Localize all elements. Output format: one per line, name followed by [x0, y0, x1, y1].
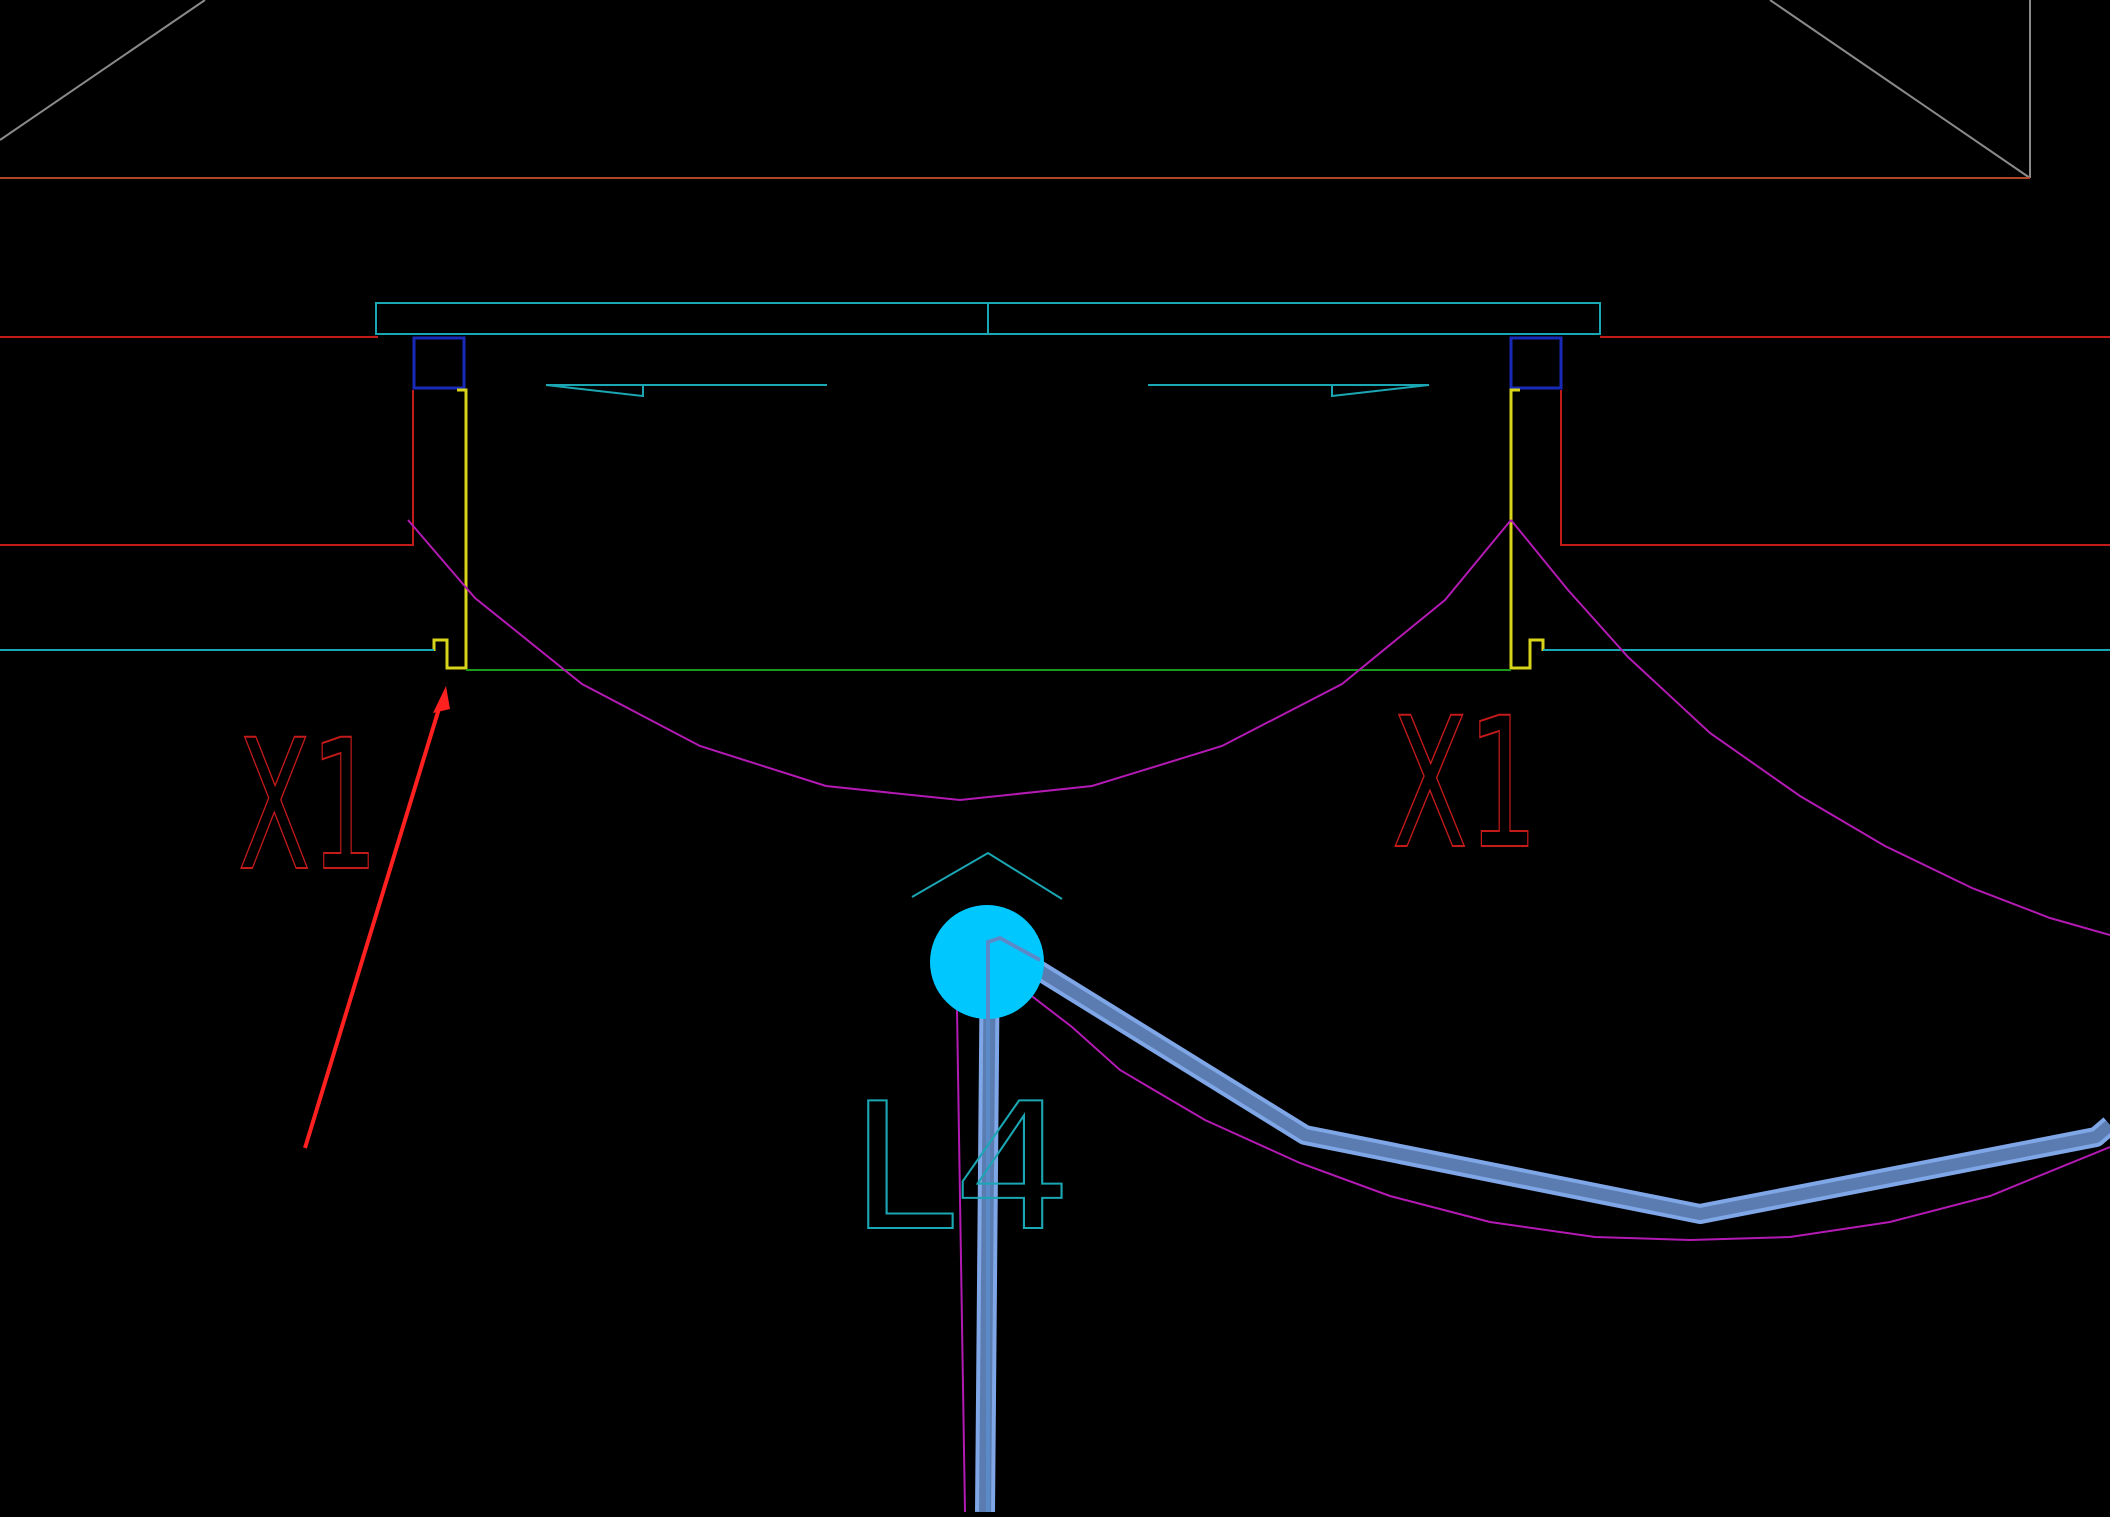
magenta-lower-curve [1019, 986, 2110, 1242]
wall-left-return [0, 390, 414, 546]
wall-right-return [1560, 390, 2110, 546]
jamb-right [1509, 388, 1545, 670]
line-tag-label: L4 [850, 1067, 1072, 1270]
left-tag-label: X1 [238, 702, 378, 911]
magenta-arc-right [1510, 519, 2110, 936]
magenta-curves [407, 519, 2110, 1513]
wall-outline [0, 336, 2110, 546]
roof-lines [0, 0, 2031, 179]
selected-path-right-inner [986, 934, 2110, 1220]
selected-polyline[interactable] [975, 931, 2110, 1513]
right-tag-label: X1 [1392, 680, 1538, 889]
door-jambs [432, 388, 1545, 670]
door-symbol-right [1148, 384, 1430, 398]
frame-posts [412, 336, 1563, 390]
cad-viewport[interactable]: X1 X1 L4 [0, 0, 2110, 1513]
roof-left-slope [0, 0, 206, 141]
door-symbols [545, 384, 1430, 398]
magenta-arc-center [407, 519, 1512, 802]
frame-post-right [1509, 336, 1563, 390]
roof-right-slope [1769, 0, 2031, 179]
arrow-head [433, 686, 450, 713]
lintel-beam [375, 302, 1601, 335]
cad-drawing-canvas[interactable]: X1 X1 L4 [0, 0, 2110, 1513]
jamb-left [432, 388, 468, 670]
door-symbol-left [545, 384, 827, 398]
frame-post-left [412, 336, 466, 390]
caret-marker [911, 851, 1063, 900]
